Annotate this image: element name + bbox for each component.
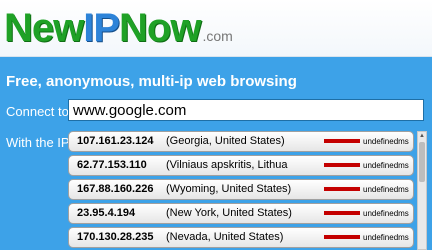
- ip-row[interactable]: 62.77.153.110 (Vilniaus apskritis, Lithu…: [68, 155, 414, 176]
- ping-bar: [324, 163, 360, 167]
- ip-location: (Vilniaus apskritis, Lithua: [166, 159, 288, 171]
- ip-location: (New York, United States): [166, 207, 292, 219]
- ping-value: undefinedms: [363, 233, 409, 242]
- ping-bar: [324, 235, 360, 239]
- ping-value: undefinedms: [363, 137, 409, 146]
- browse-panel: Free, anonymous, multi-ip web browsing C…: [0, 57, 432, 250]
- logo-new: New: [4, 6, 84, 50]
- scroll-thumb[interactable]: [419, 142, 425, 182]
- logo-now: Now: [119, 6, 201, 50]
- logo-dotcom: .com: [202, 28, 233, 44]
- ip-location: (Nevada, United States): [166, 231, 284, 243]
- ping-bar: [324, 139, 360, 143]
- ping-value: undefinedms: [363, 209, 409, 218]
- tagline: Free, anonymous, multi-ip web browsing: [6, 73, 297, 90]
- ping-value: undefinedms: [363, 185, 409, 194]
- newipnow-logo[interactable]: New IP Now .com: [4, 4, 233, 52]
- ip-row[interactable]: 170.130.28.235 (Nevada, United States) u…: [68, 227, 414, 248]
- ping-value: undefinedms: [363, 161, 409, 170]
- ip-row[interactable]: 167.88.160.226 (Wyoming, United States) …: [68, 179, 414, 200]
- ping-bar: [324, 211, 360, 215]
- ping-bar: [324, 187, 360, 191]
- ip-location: (Georgia, United States): [166, 135, 285, 147]
- connect-label: Connect to: [6, 104, 69, 119]
- ip-address: 23.95.4.194: [77, 207, 136, 219]
- ip-address: 167.88.160.226: [77, 183, 154, 195]
- ip-address: 107.161.23.124: [77, 135, 154, 147]
- ip-row[interactable]: 23.95.4.194 (New York, United States) un…: [68, 203, 414, 224]
- ip-location: (Wyoming, United States): [166, 183, 292, 195]
- ip-list[interactable]: 107.161.23.124 (Georgia, United States) …: [68, 131, 414, 250]
- ip-address: 170.130.28.235: [77, 231, 154, 243]
- site-header: New IP Now .com: [0, 0, 432, 57]
- ip-address: 62.77.153.110: [77, 159, 147, 171]
- url-input[interactable]: [68, 99, 424, 121]
- logo-ip: IP: [83, 6, 120, 50]
- ip-row[interactable]: 107.161.23.124 (Georgia, United States) …: [68, 131, 414, 152]
- ip-label: With the IP: [6, 135, 70, 150]
- ip-list-scrollbar[interactable]: ▲: [417, 131, 427, 250]
- triangle-up-icon[interactable]: ▲: [418, 132, 426, 140]
